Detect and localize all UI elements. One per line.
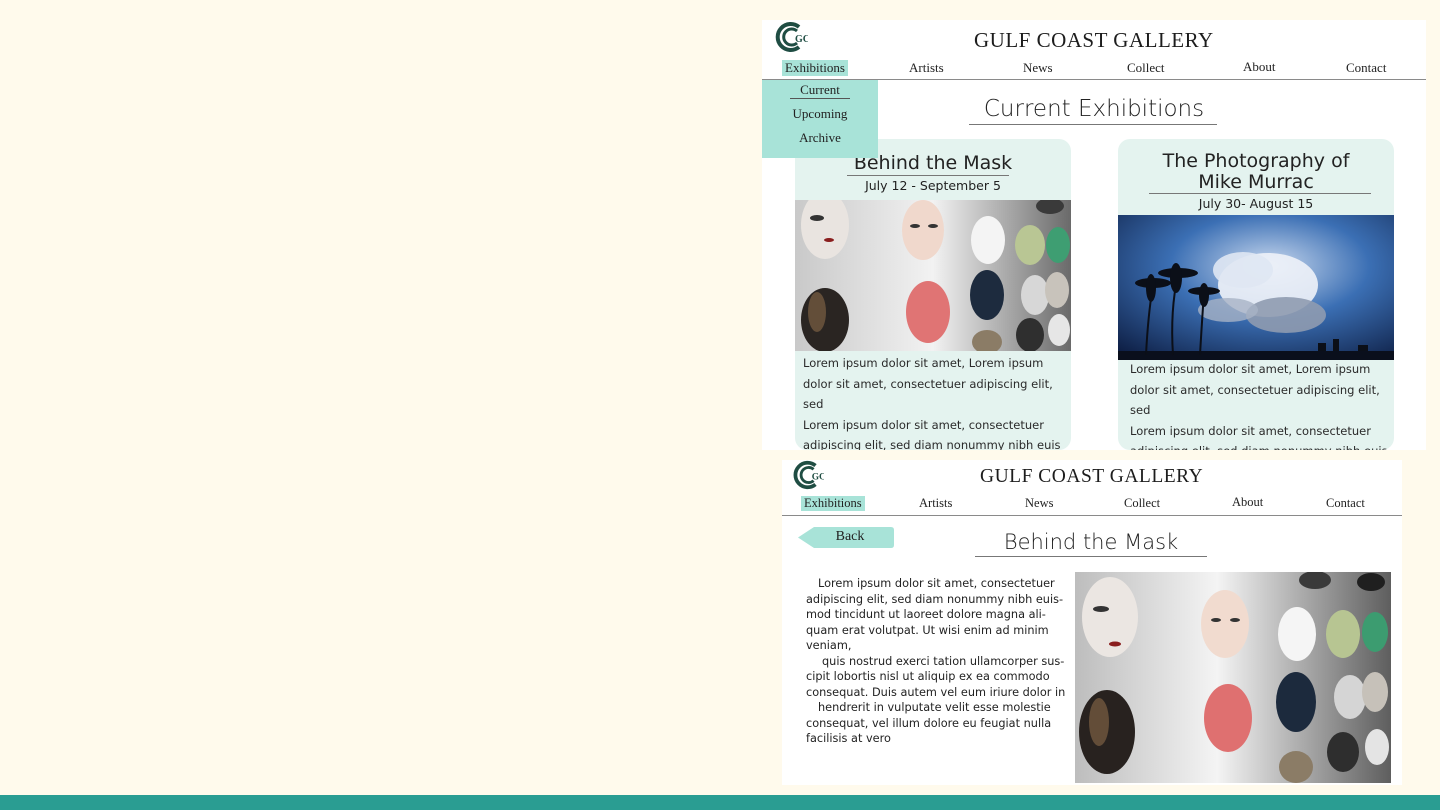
card-date: July 30- August 15 [1198,196,1314,211]
description-line: consequat. Duis autem vel eum iriure dol… [806,685,1066,699]
card-title-line2: Mike Murrac [1198,171,1314,193]
gulf-coast-gallery-logo[interactable]: GCG [790,460,834,491]
exhibition-card-behind-the-mask[interactable]: Behind the Mask July 12 - September 5 Lo… [795,139,1071,450]
dropdown-item-current-label: Current [790,82,850,99]
card-description-line: dolor sit amet, consectetuer adipiscing … [803,376,1053,412]
footer-bar [0,795,1440,810]
palm-trees-sky-photo [1118,215,1394,360]
heading-underline [975,556,1207,557]
description-line: mod tincidunt ut laoreet dolore magna al… [806,608,1046,621]
page-heading: Behind the Mask [1003,530,1179,554]
main-nav: Exhibitions Artists News Collect About C… [762,59,1426,80]
nav-collect[interactable]: Collect [1127,60,1165,76]
nav-about[interactable]: About [1243,59,1276,75]
card-title-underline [847,175,1009,176]
card-title-line1: The Photography of [1162,150,1350,172]
description-line: quam erat volutpat. Ut wisi enim ad mini… [806,623,1049,637]
card-date: July 12 - September 5 [865,178,1001,193]
card-description-line: Lorem ipsum dolor sit amet, consectetuer [1130,423,1371,438]
back-button-label: Back [835,529,865,544]
main-nav: Exhibitions Artists News Collect About C… [782,495,1402,516]
dropdown-item-archive[interactable]: Archive [762,130,878,146]
card-description: Lorem ipsum dolor sit amet, Lorem ipsum … [803,353,1067,450]
nav-divider [782,515,1402,516]
description-line: facilisis at vero [806,732,891,745]
nav-collect[interactable]: Collect [1124,496,1160,511]
card-description-line: Lorem ipsum dolor sit amet, consectetuer [803,417,1044,432]
page-heading: Current Exhibitions [983,96,1205,122]
nav-exhibitions[interactable]: Exhibitions [801,496,865,511]
card-description-line: dolor sit amet, consectetuer adipiscing … [1130,382,1380,418]
exhibition-description: Lorem ipsum dolor sit amet, consectetuer… [806,576,1066,747]
nav-news[interactable]: News [1023,60,1053,76]
back-button[interactable]: Back [798,527,894,548]
site-title[interactable]: GULF COAST GALLERY [974,28,1214,53]
description-line: quis nostrud exerci tation ullamcorper s… [822,654,1065,668]
mask-wall-photo [795,200,1071,351]
dropdown-item-current[interactable]: Current [762,82,878,99]
card-description-line: Lorem ipsum dolor sit amet, Lorem ipsum [1130,362,1371,376]
mask-wall-photo [1075,572,1391,783]
gulf-coast-gallery-logo[interactable]: GCG [772,20,818,54]
description-line: Lorem ipsum dolor sit amet, consectetuer [818,577,1055,590]
description-line: veniam, [806,639,852,652]
exhibition-detail-mockup: GCG GULF COAST GALLERY Exhibitions Artis… [782,460,1402,785]
exhibition-card-mike-murrac[interactable]: The Photography of Mike Murrac July 30- … [1118,139,1394,450]
card-title-underline [1149,193,1371,194]
nav-contact[interactable]: Contact [1346,60,1386,76]
exhibitions-list-mockup: GCG GULF COAST GALLERY Exhibitions Artis… [762,20,1426,450]
description-line: adipiscing elit, sed diam nonummy nibh e… [806,592,1064,606]
exhibitions-dropdown: Current Upcoming Archive [762,80,878,158]
card-description: Lorem ipsum dolor sit amet, Lorem ipsum … [1130,359,1392,450]
card-description-line: adipiscing elit, sed diam nonummy nibh e… [1130,441,1392,450]
nav-news[interactable]: News [1025,496,1053,511]
card-description-line: Lorem ipsum dolor sit amet, Lorem ipsum [803,356,1044,370]
nav-contact[interactable]: Contact [1326,496,1365,511]
nav-artists[interactable]: Artists [909,60,944,76]
card-description-line: adipiscing elit, sed diam nonummy nibh e… [803,438,1061,450]
nav-artists[interactable]: Artists [919,496,952,511]
description-line: consequat, vel illum dolore eu feugiat n… [806,716,1052,730]
nav-about[interactable]: About [1232,495,1263,510]
site-title[interactable]: GULF COAST GALLERY [980,466,1203,488]
dropdown-item-upcoming[interactable]: Upcoming [762,106,878,122]
heading-underline [969,124,1217,125]
description-line: hendrerit in vulputate velit esse molest… [818,701,1051,714]
description-line: cipit lobortis nisl ut aliquip ex ea com… [806,670,1050,683]
nav-exhibitions[interactable]: Exhibitions [782,60,848,76]
logo-text: GCG [812,473,824,483]
logo-text: GCG [795,34,808,45]
